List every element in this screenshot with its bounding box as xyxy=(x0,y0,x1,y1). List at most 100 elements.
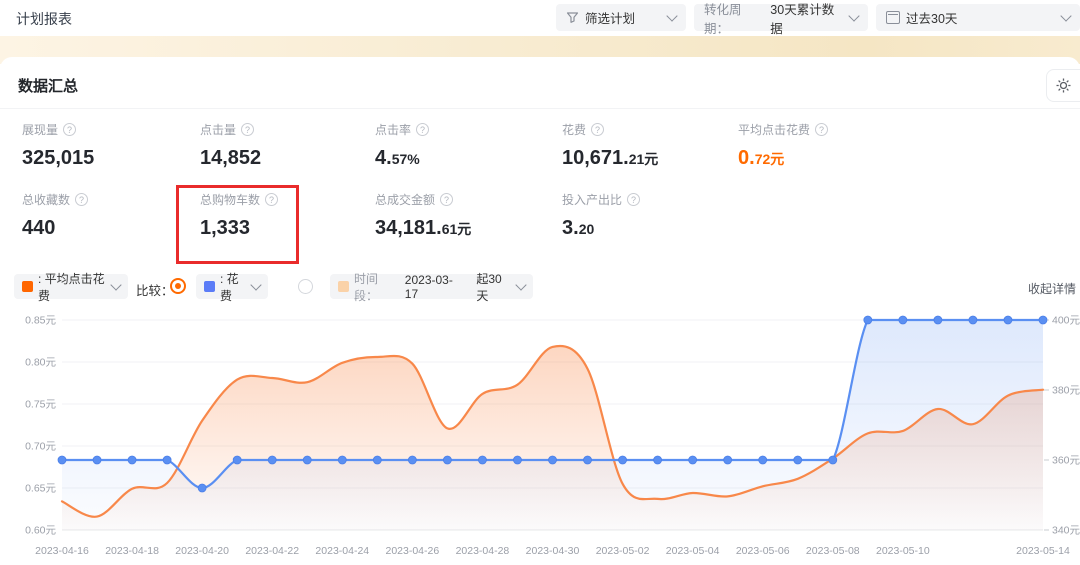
spend-data-point[interactable] xyxy=(303,456,311,464)
metric-label: 总成交金额 xyxy=(375,191,435,208)
help-icon[interactable]: ? xyxy=(241,123,254,136)
trend-chart[interactable]: 0.85元0.80元0.75元0.70元0.65元0.60元400元380元36… xyxy=(0,305,1080,565)
spend-data-point[interactable] xyxy=(338,456,346,464)
spend-data-point[interactable] xyxy=(443,456,451,464)
spend-data-point[interactable] xyxy=(408,456,416,464)
x-axis-label: 2023-04-30 xyxy=(526,545,580,557)
spend-data-point[interactable] xyxy=(619,456,627,464)
x-axis-label: 2023-04-18 xyxy=(105,545,159,557)
x-axis-label: 2023-05-02 xyxy=(596,545,650,557)
spend-data-point[interactable] xyxy=(1039,316,1047,324)
compare-radio-selected[interactable] xyxy=(170,278,186,294)
spend-data-point[interactable] xyxy=(478,456,486,464)
metric-label: 花费 xyxy=(562,121,586,138)
metric-gmv: 总成交金额? 34,181.61元 xyxy=(375,191,471,240)
x-axis-label: 2023-05-06 xyxy=(736,545,790,557)
spend-data-point[interactable] xyxy=(829,456,837,464)
metric-value: 1,333 xyxy=(200,217,250,239)
metric-value: 3. xyxy=(562,217,579,239)
left-axis-label: 0.70元 xyxy=(25,441,56,453)
spend-data-point[interactable] xyxy=(513,456,521,464)
x-axis-label: 2023-05-08 xyxy=(806,545,860,557)
topbar: 计划报表 筛选计划 转化周期： 30天累计数据 过去30天 xyxy=(0,0,1080,36)
spend-data-point[interactable] xyxy=(724,456,732,464)
help-icon[interactable]: ? xyxy=(416,123,429,136)
metric-value: 325,015 xyxy=(22,147,94,169)
left-axis-label: 0.75元 xyxy=(25,399,56,411)
metric-label: 点击率 xyxy=(375,121,411,138)
metric-select-dropdown[interactable]: : 平均点击花费 xyxy=(14,274,128,299)
page: 计划报表 筛选计划 转化周期： 30天累计数据 过去30天 数据汇总 xyxy=(0,0,1080,565)
spend-data-point[interactable] xyxy=(1004,316,1012,324)
metric-label: 总购物车数 xyxy=(200,191,260,208)
spend-data-point[interactable] xyxy=(373,456,381,464)
conversion-cycle-value: 30天累计数据 xyxy=(770,0,844,37)
filter-plan-dropdown[interactable]: 筛选计划 xyxy=(556,4,686,31)
spend-data-point[interactable] xyxy=(128,456,136,464)
right-axis-label: 360元 xyxy=(1052,455,1080,467)
calendar-icon xyxy=(886,11,900,24)
date-range-dropdown[interactable]: 过去30天 xyxy=(876,4,1080,31)
spend-data-point[interactable] xyxy=(969,316,977,324)
settings-button[interactable] xyxy=(1046,69,1080,102)
metric-carts: 总购物车数? 1,333 xyxy=(200,191,278,240)
metric-label: 总收藏数 xyxy=(22,191,70,208)
compare-metric-label: : 花费 xyxy=(220,270,247,304)
left-axis-label: 0.85元 xyxy=(25,315,56,327)
conversion-cycle-label: 转化周期： xyxy=(704,0,764,37)
period-range-value: 起30天 xyxy=(476,270,512,304)
left-axis-label: 0.60元 xyxy=(25,525,56,537)
collapse-details-link[interactable]: 收起详情 xyxy=(1028,280,1076,297)
spend-data-point[interactable] xyxy=(93,456,101,464)
page-title: 计划报表 xyxy=(16,9,72,29)
metric-value: 440 xyxy=(22,217,55,239)
help-icon[interactable]: ? xyxy=(265,193,278,206)
spend-data-point[interactable] xyxy=(934,316,942,324)
x-axis-label: 2023-04-28 xyxy=(456,545,510,557)
spend-data-point[interactable] xyxy=(899,316,907,324)
spend-data-point[interactable] xyxy=(268,456,276,464)
spend-data-point[interactable] xyxy=(689,456,697,464)
divider xyxy=(0,108,1080,109)
chevron-down-icon xyxy=(666,10,677,21)
spend-data-point[interactable] xyxy=(794,456,802,464)
chevron-down-icon xyxy=(250,279,261,290)
spend-data-point[interactable] xyxy=(584,456,592,464)
metric-select-label: : 平均点击花费 xyxy=(38,270,107,304)
chevron-down-icon xyxy=(110,279,121,290)
compare-metric-dropdown[interactable]: : 花费 xyxy=(196,274,268,299)
spend-data-point[interactable] xyxy=(864,316,872,324)
spend-data-point[interactable] xyxy=(233,456,241,464)
avg-cost-swatch-icon xyxy=(22,281,33,292)
period-radio-unselected[interactable] xyxy=(298,279,313,294)
help-icon[interactable]: ? xyxy=(591,123,604,136)
period-prefix-label: 时间段： xyxy=(354,270,400,304)
conversion-cycle-dropdown[interactable]: 转化周期： 30天累计数据 xyxy=(694,4,868,31)
spend-data-point[interactable] xyxy=(58,456,66,464)
help-icon[interactable]: ? xyxy=(627,193,640,206)
chevron-down-icon xyxy=(1060,10,1071,21)
metric-label: 展现量 xyxy=(22,121,58,138)
help-icon[interactable]: ? xyxy=(440,193,453,206)
x-axis-label: 2023-04-22 xyxy=(245,545,299,557)
x-axis-label: 2023-05-04 xyxy=(666,545,720,557)
spend-data-point[interactable] xyxy=(198,484,206,492)
date-range-value: 过去30天 xyxy=(906,8,957,27)
right-axis-label: 340元 xyxy=(1052,525,1080,537)
time-period-dropdown[interactable]: 时间段： 2023-03-17 起30天 xyxy=(330,274,533,299)
metric-roi: 投入产出比? 3.20 xyxy=(562,191,640,240)
filter-plan-label: 筛选计划 xyxy=(585,8,635,27)
spend-data-point[interactable] xyxy=(654,456,662,464)
spend-data-point[interactable] xyxy=(759,456,767,464)
metric-spend: 花费? 10,671.21元 xyxy=(562,121,658,170)
spend-swatch-icon xyxy=(204,281,215,292)
metric-label: 平均点击花费 xyxy=(738,121,810,138)
data-summary-card: 数据汇总 展现量? 325,015 点击量? 14,852 点击率? 4.57%… xyxy=(0,57,1080,565)
metric-ctr: 点击率? 4.57% xyxy=(375,121,429,170)
help-icon[interactable]: ? xyxy=(815,123,828,136)
spend-data-point[interactable] xyxy=(163,456,171,464)
help-icon[interactable]: ? xyxy=(75,193,88,206)
chevron-down-icon xyxy=(848,10,859,21)
help-icon[interactable]: ? xyxy=(63,123,76,136)
spend-data-point[interactable] xyxy=(549,456,557,464)
